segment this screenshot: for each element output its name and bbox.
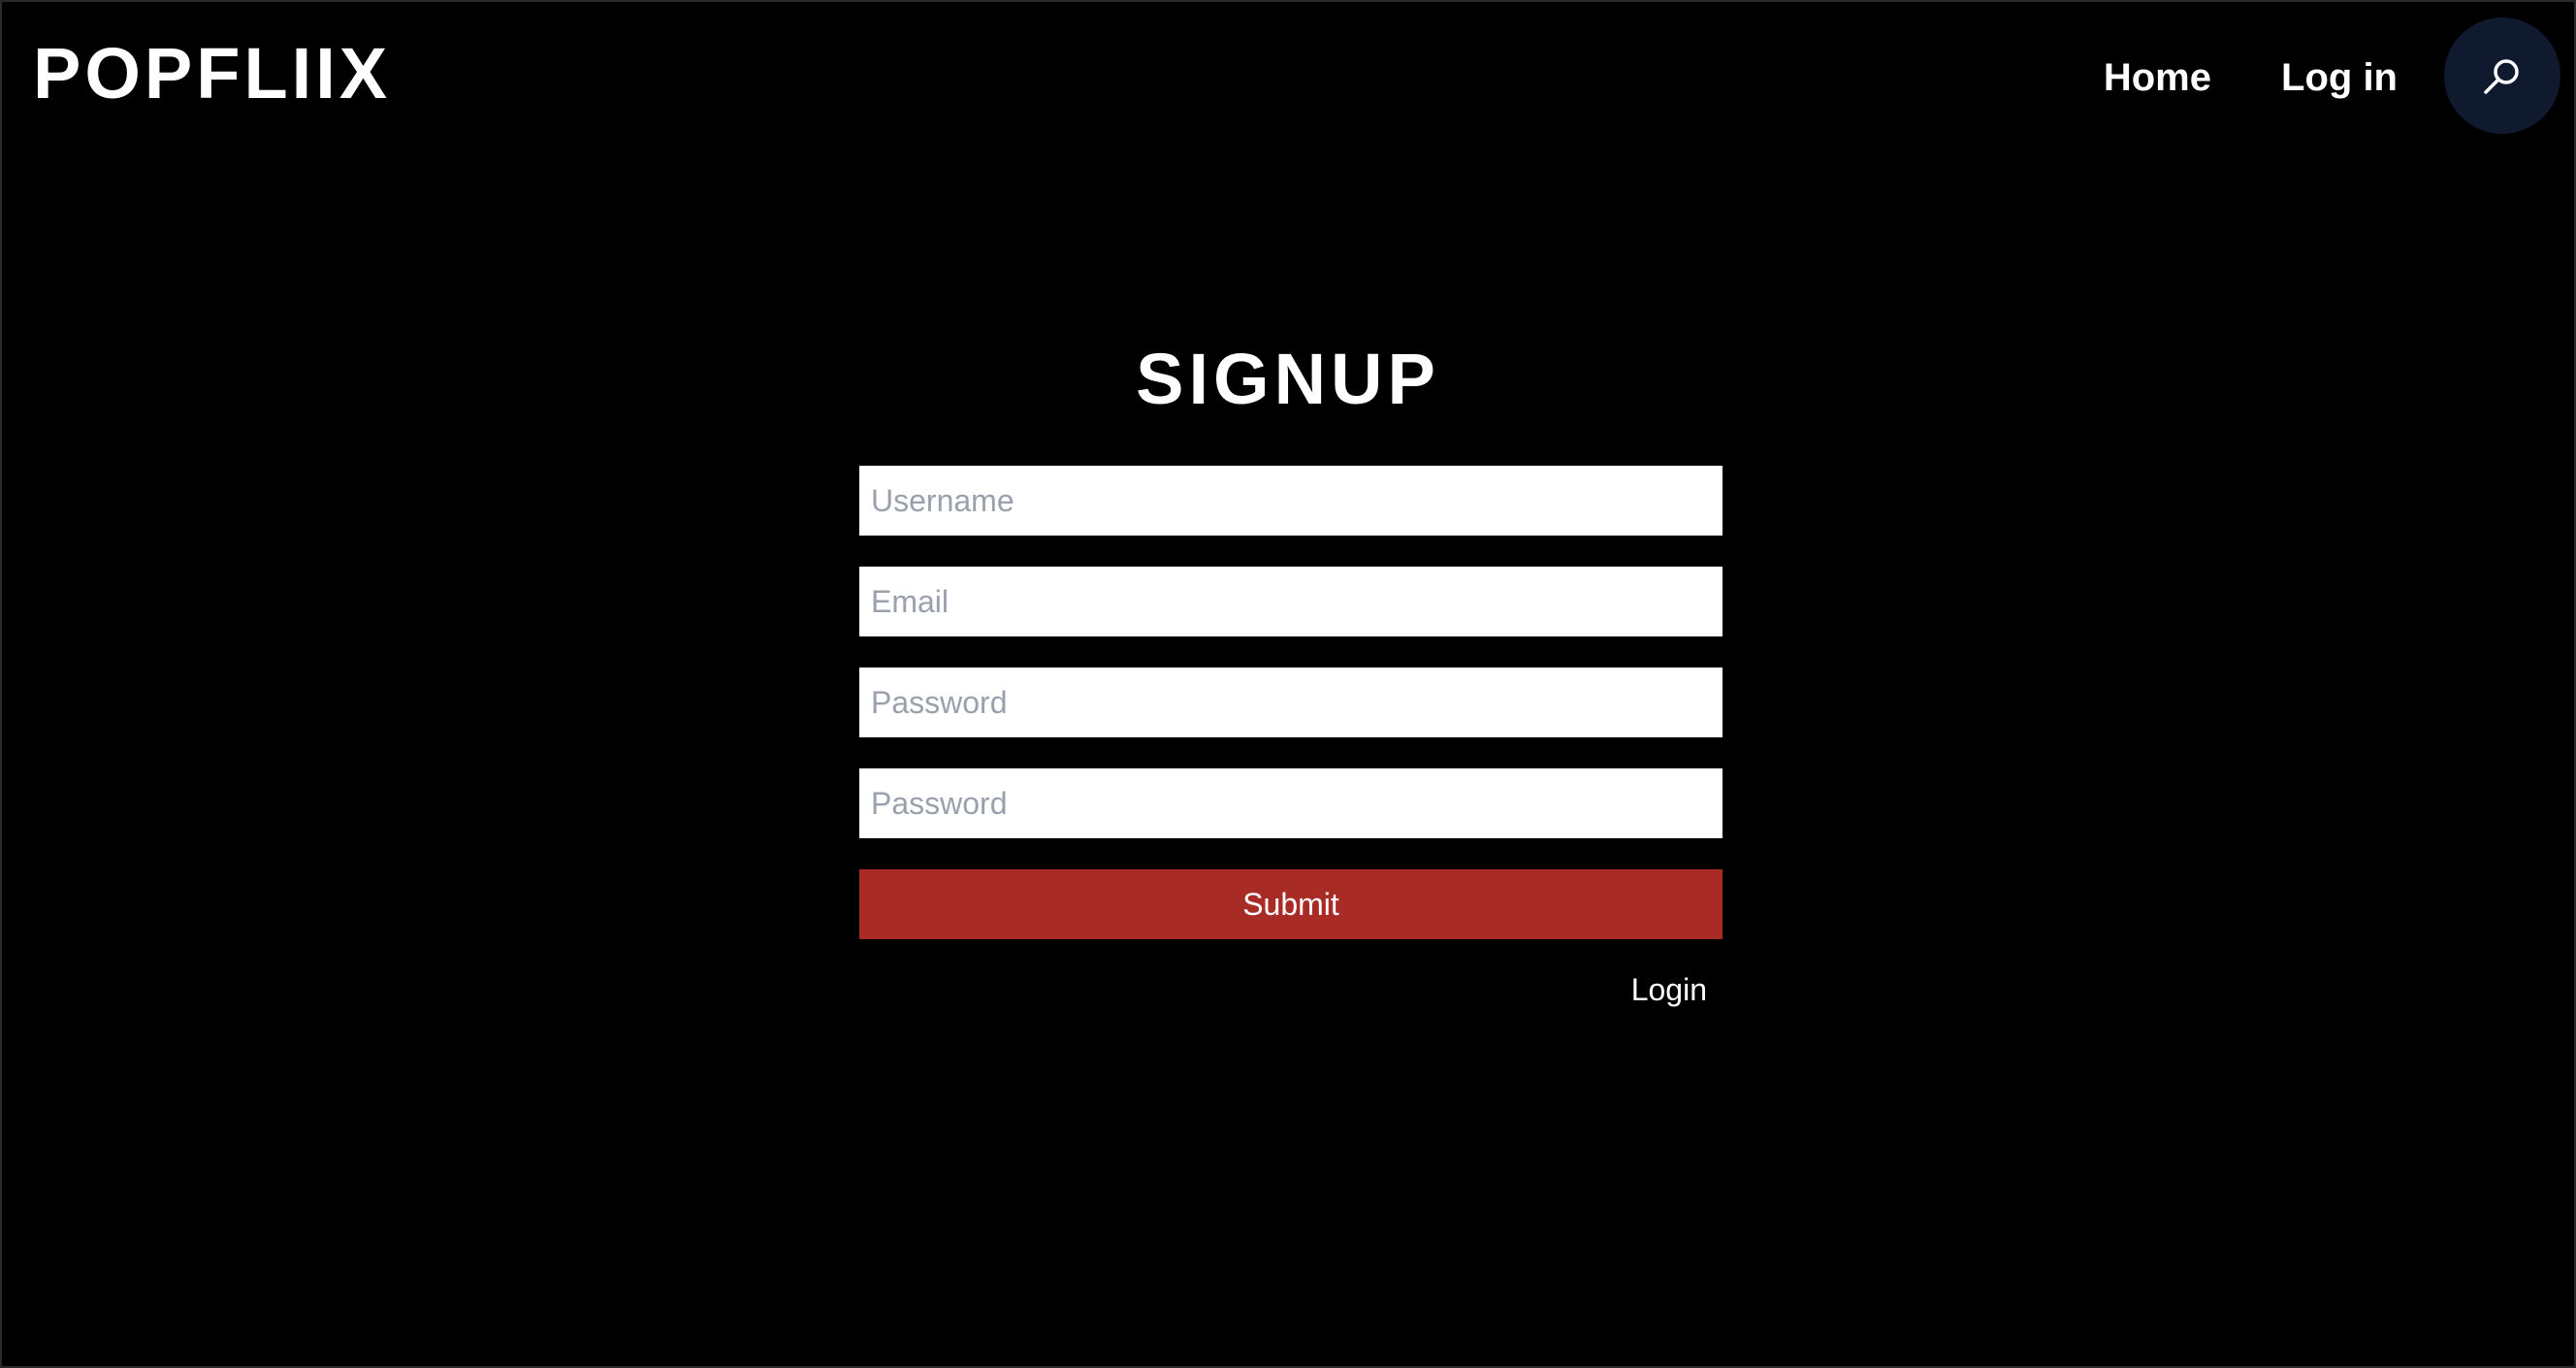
nav-home-link[interactable]: Home — [2104, 50, 2211, 105]
signup-form: Submit Login — [859, 466, 1723, 1007]
site-header: POPFLIIX Home Log in — [2, 2, 2574, 153]
signup-title: SIGNUP — [1136, 339, 1440, 419]
search-button[interactable] — [2444, 17, 2560, 134]
nav-login-link[interactable]: Log in — [2281, 50, 2398, 105]
password-field[interactable] — [859, 668, 1723, 737]
email-field[interactable] — [859, 567, 1723, 636]
confirm-password-field[interactable] — [859, 768, 1723, 838]
page: POPFLIIX Home Log in SIGNUP Submit Login — [0, 0, 2576, 1368]
username-field[interactable] — [859, 466, 1723, 536]
site-logo[interactable]: POPFLIIX — [33, 31, 391, 116]
search-icon — [2479, 52, 2526, 99]
submit-button[interactable]: Submit — [859, 869, 1723, 939]
login-link[interactable]: Login — [1631, 970, 1707, 1009]
